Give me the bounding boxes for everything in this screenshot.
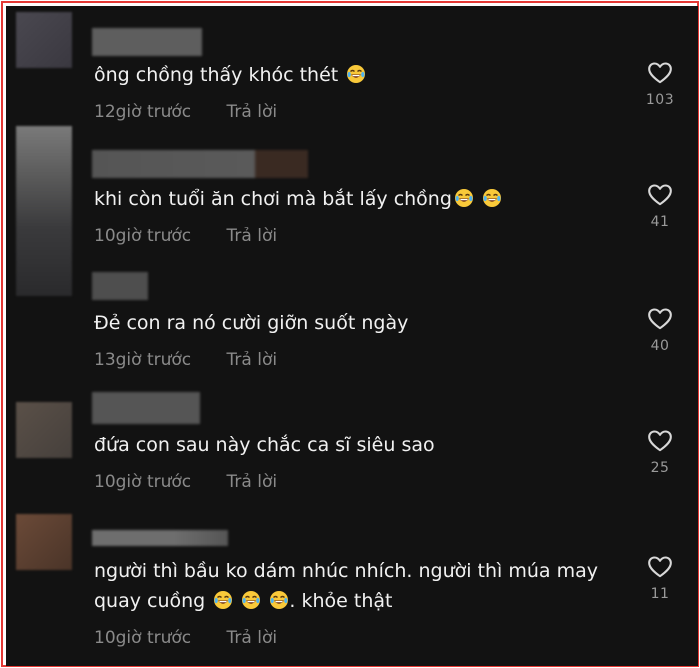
like-button[interactable]: 103 — [636, 60, 684, 108]
username-blurred — [92, 28, 202, 56]
face-with-tears-of-joy-icon — [346, 64, 366, 84]
like-button[interactable]: 25 — [636, 428, 684, 476]
face-with-tears-of-joy-icon — [241, 590, 261, 610]
timestamp: 10giờ trước — [94, 628, 192, 648]
avatar[interactable] — [16, 126, 72, 296]
avatar[interactable] — [16, 402, 72, 458]
comment-text: đứa con sau này chắc ca sĩ siêu sao — [94, 434, 435, 456]
heart-icon — [647, 428, 673, 454]
reply-button[interactable]: Trả lời — [227, 102, 278, 122]
face-with-tears-of-joy-icon — [454, 188, 474, 208]
like-count: 11 — [650, 586, 670, 602]
like-button[interactable]: 41 — [636, 182, 684, 230]
comment-text: Đẻ con ra nó cười giỡn suốt ngày — [94, 312, 409, 334]
reply-button[interactable]: Trả lời — [227, 472, 278, 492]
heart-icon — [647, 306, 673, 332]
reply-button[interactable]: Trả lời — [227, 628, 278, 648]
avatar[interactable] — [16, 514, 72, 570]
timestamp: 13giờ trước — [94, 350, 192, 370]
comment-text: ông chồng thấy khóc thét — [94, 60, 634, 90]
reply-button[interactable]: Trả lời — [227, 350, 278, 370]
comment-meta: 10giờ trước Trả lời — [94, 628, 277, 648]
like-count: 103 — [645, 92, 675, 108]
username-blurred — [92, 392, 200, 424]
like-button[interactable]: 11 — [636, 554, 684, 602]
comment-meta: 12giờ trước Trả lời — [94, 102, 277, 122]
face-with-tears-of-joy-icon — [213, 590, 233, 610]
comment-meta: 13giờ trước Trả lời — [94, 350, 277, 370]
like-count: 40 — [650, 338, 670, 354]
reply-button[interactable]: Trả lời — [227, 226, 278, 246]
face-with-tears-of-joy-icon — [482, 188, 502, 208]
like-count: 41 — [650, 214, 670, 230]
heart-icon — [647, 60, 673, 86]
comment-meta: 10giờ trước Trả lời — [94, 472, 277, 492]
heart-icon — [647, 182, 673, 208]
username-blurred — [92, 530, 228, 546]
like-button[interactable]: 40 — [636, 306, 684, 354]
screenshot-frame: ông chồng thấy khóc thét 12giờ trước Trả… — [1, 1, 699, 667]
timestamp: 10giờ trước — [94, 226, 192, 246]
heart-icon — [647, 554, 673, 580]
avatar[interactable] — [16, 12, 72, 68]
comment-text: khi còn tuổi ăn chơi mà bắt lấy chồng — [94, 184, 634, 214]
timestamp: 10giờ trước — [94, 472, 192, 492]
username-blurred — [92, 272, 148, 300]
face-with-tears-of-joy-icon — [269, 590, 289, 610]
comment-text: người thì bầu ko dám nhúc nhích. người t… — [94, 560, 598, 612]
comment-list: ông chồng thấy khóc thét 12giờ trước Trả… — [6, 6, 698, 666]
username-blurred — [92, 150, 308, 178]
comment-meta: 10giờ trước Trả lời — [94, 226, 277, 246]
like-count: 25 — [650, 460, 670, 476]
timestamp: 12giờ trước — [94, 102, 192, 122]
